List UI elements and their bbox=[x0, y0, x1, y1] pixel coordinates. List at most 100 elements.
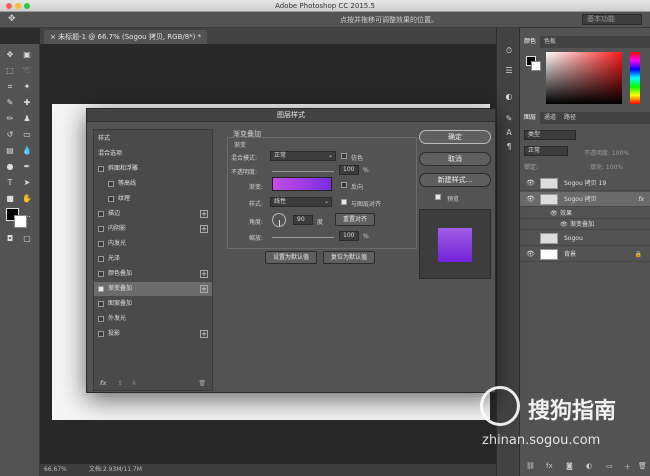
move-down-icon[interactable]: ⇩ bbox=[132, 380, 137, 387]
add-effect-icon[interactable]: + bbox=[200, 270, 208, 278]
delete-effect-icon[interactable]: 🗑 bbox=[198, 380, 206, 387]
gradient-tool-icon[interactable]: ▤ bbox=[3, 144, 17, 157]
trash-icon[interactable]: 🗑 bbox=[638, 462, 647, 470]
preview-checkbox[interactable] bbox=[435, 194, 441, 200]
screen-mode-icon[interactable]: ▢ bbox=[20, 232, 34, 245]
style-list-item[interactable]: 投影 + bbox=[94, 327, 212, 341]
scale-slider[interactable] bbox=[272, 237, 334, 238]
add-mask-icon[interactable]: ◙ bbox=[566, 462, 573, 470]
style-checkbox[interactable] bbox=[98, 226, 104, 232]
properties-panel-icon[interactable]: ☰ bbox=[502, 64, 516, 77]
character-panel-icon[interactable]: A bbox=[502, 126, 516, 139]
pen-icon[interactable]: ✒ bbox=[20, 160, 34, 173]
reset-align-button[interactable]: 重置对齐 bbox=[335, 213, 375, 226]
tab-swatches[interactable]: 色板 bbox=[540, 36, 560, 48]
dither-checkbox[interactable] bbox=[341, 153, 347, 159]
style-checkbox[interactable] bbox=[98, 211, 104, 217]
style-list-item[interactable]: 外发光 bbox=[94, 312, 212, 326]
close-tab-icon[interactable]: × bbox=[50, 33, 58, 41]
artboard-icon[interactable]: ▣ bbox=[20, 48, 34, 61]
shape-icon[interactable]: ■ bbox=[3, 192, 17, 205]
zoom-level[interactable]: 66.67% bbox=[44, 466, 67, 473]
layer-row[interactable]: Sogou bbox=[520, 231, 650, 246]
opacity-slider[interactable] bbox=[272, 171, 334, 172]
tab-channels[interactable]: 通道 bbox=[540, 112, 560, 124]
visibility-eye-icon[interactable]: 👁 bbox=[526, 247, 535, 262]
style-list-item[interactable]: 斜面和浮雕 bbox=[94, 162, 212, 176]
layer-row-background[interactable]: 👁 背景 🔒 bbox=[520, 247, 650, 262]
close-window-button[interactable] bbox=[6, 3, 12, 9]
brush-icon[interactable]: ✏ bbox=[3, 112, 17, 125]
fx-icon[interactable]: fx bbox=[638, 192, 644, 207]
blend-mode-select[interactable]: 正常 ⌄ bbox=[270, 151, 336, 161]
healing-icon[interactable]: ✚ bbox=[20, 96, 34, 109]
layer-opacity[interactable]: 不透明度: 100% bbox=[584, 148, 629, 157]
gradient-style-select[interactable]: 线性 ⌄ bbox=[270, 197, 332, 207]
effect-eye-icon[interactable]: 👁 bbox=[560, 219, 568, 230]
style-checkbox[interactable] bbox=[98, 166, 104, 172]
panel-background-swatch[interactable] bbox=[531, 61, 541, 71]
style-list-item[interactable]: 描边 + bbox=[94, 207, 212, 221]
link-layers-icon[interactable]: ⛓ bbox=[526, 462, 535, 470]
adjustment-icon[interactable]: ◐ bbox=[586, 462, 592, 470]
window-controls[interactable] bbox=[6, 3, 33, 11]
workspace-select[interactable]: 基本功能 bbox=[582, 14, 642, 25]
add-effect-icon[interactable]: + bbox=[200, 210, 208, 218]
layer-effect-gradient-row[interactable]: 👁 渐变叠加 bbox=[520, 219, 650, 230]
crop-icon[interactable]: ⌗ bbox=[3, 80, 17, 93]
eraser-icon[interactable]: ▭ bbox=[20, 128, 34, 141]
stamp-icon[interactable]: ♟ bbox=[20, 112, 34, 125]
visibility-eye-icon[interactable]: 👁 bbox=[526, 192, 535, 207]
new-group-icon[interactable]: ▭ bbox=[606, 462, 613, 470]
reverse-checkbox[interactable] bbox=[341, 182, 347, 188]
style-checkbox[interactable] bbox=[98, 331, 104, 337]
move-tool-icon[interactable]: ✥ bbox=[8, 14, 16, 24]
add-style-icon[interactable]: fx bbox=[546, 462, 553, 470]
tab-color[interactable]: 颜色 bbox=[520, 36, 541, 48]
color-hue-slider[interactable] bbox=[630, 52, 640, 104]
tab-paths[interactable]: 路径 bbox=[560, 112, 580, 124]
add-effect-icon[interactable]: + bbox=[200, 225, 208, 233]
fx-menu-icon[interactable]: fx bbox=[100, 380, 106, 387]
history-brush-icon[interactable]: ↺ bbox=[3, 128, 17, 141]
layer-fill[interactable]: 填充: 100% bbox=[590, 162, 623, 171]
reset-default-button[interactable]: 复位为默认值 bbox=[323, 251, 375, 264]
layer-row-selected[interactable]: 👁 Sogou 拷贝 fx bbox=[520, 192, 650, 207]
style-checkbox[interactable] bbox=[98, 286, 104, 292]
opacity-input[interactable]: 100 bbox=[339, 165, 359, 175]
eyedropper-icon[interactable]: ✎ bbox=[3, 96, 17, 109]
style-checkbox[interactable] bbox=[98, 271, 104, 277]
align-layer-checkbox[interactable] bbox=[341, 199, 347, 205]
style-checkbox[interactable] bbox=[98, 256, 104, 262]
path-select-icon[interactable]: ➤ bbox=[20, 176, 34, 189]
style-list-item[interactable]: 渐变叠加 + bbox=[94, 282, 212, 296]
lasso-icon[interactable]: ➰ bbox=[20, 64, 34, 77]
angle-input[interactable]: 90 bbox=[293, 215, 313, 225]
marquee-icon[interactable]: ⬚ bbox=[3, 64, 17, 77]
quick-mask-icon[interactable]: ◘ bbox=[3, 232, 17, 245]
style-checkbox[interactable] bbox=[98, 241, 104, 247]
magic-wand-icon[interactable]: ✦ bbox=[20, 80, 34, 93]
scale-input[interactable]: 100 bbox=[339, 231, 359, 241]
style-list-item[interactable]: 内阴影 + bbox=[94, 222, 212, 236]
adjust-panel-icon[interactable]: ◐ bbox=[502, 90, 516, 103]
effect-eye-icon[interactable]: 👁 bbox=[550, 208, 558, 219]
style-list-item[interactable]: 光泽 bbox=[94, 252, 212, 266]
minimize-window-button[interactable] bbox=[15, 3, 21, 9]
add-effect-icon[interactable]: + bbox=[200, 285, 208, 293]
layer-effects-row[interactable]: 👁 效果 bbox=[520, 208, 650, 219]
dodge-icon[interactable]: ● bbox=[3, 160, 17, 173]
set-default-button[interactable]: 设置为默认值 bbox=[265, 251, 317, 264]
angle-dial[interactable] bbox=[272, 213, 286, 227]
paragraph-panel-icon[interactable]: ¶ bbox=[502, 140, 516, 153]
add-effect-icon[interactable]: + bbox=[200, 330, 208, 338]
type-icon[interactable]: T bbox=[3, 176, 17, 189]
style-checkbox[interactable] bbox=[108, 196, 114, 202]
style-list-item[interactable]: 样式 bbox=[94, 132, 212, 146]
style-checkbox[interactable] bbox=[98, 316, 104, 322]
visibility-eye-icon[interactable]: 👁 bbox=[526, 176, 535, 191]
style-list-item[interactable]: 图案叠加 bbox=[94, 297, 212, 311]
gradient-swatch[interactable] bbox=[272, 177, 332, 191]
color-picker-field[interactable] bbox=[546, 52, 622, 104]
maximize-window-button[interactable] bbox=[24, 3, 30, 9]
